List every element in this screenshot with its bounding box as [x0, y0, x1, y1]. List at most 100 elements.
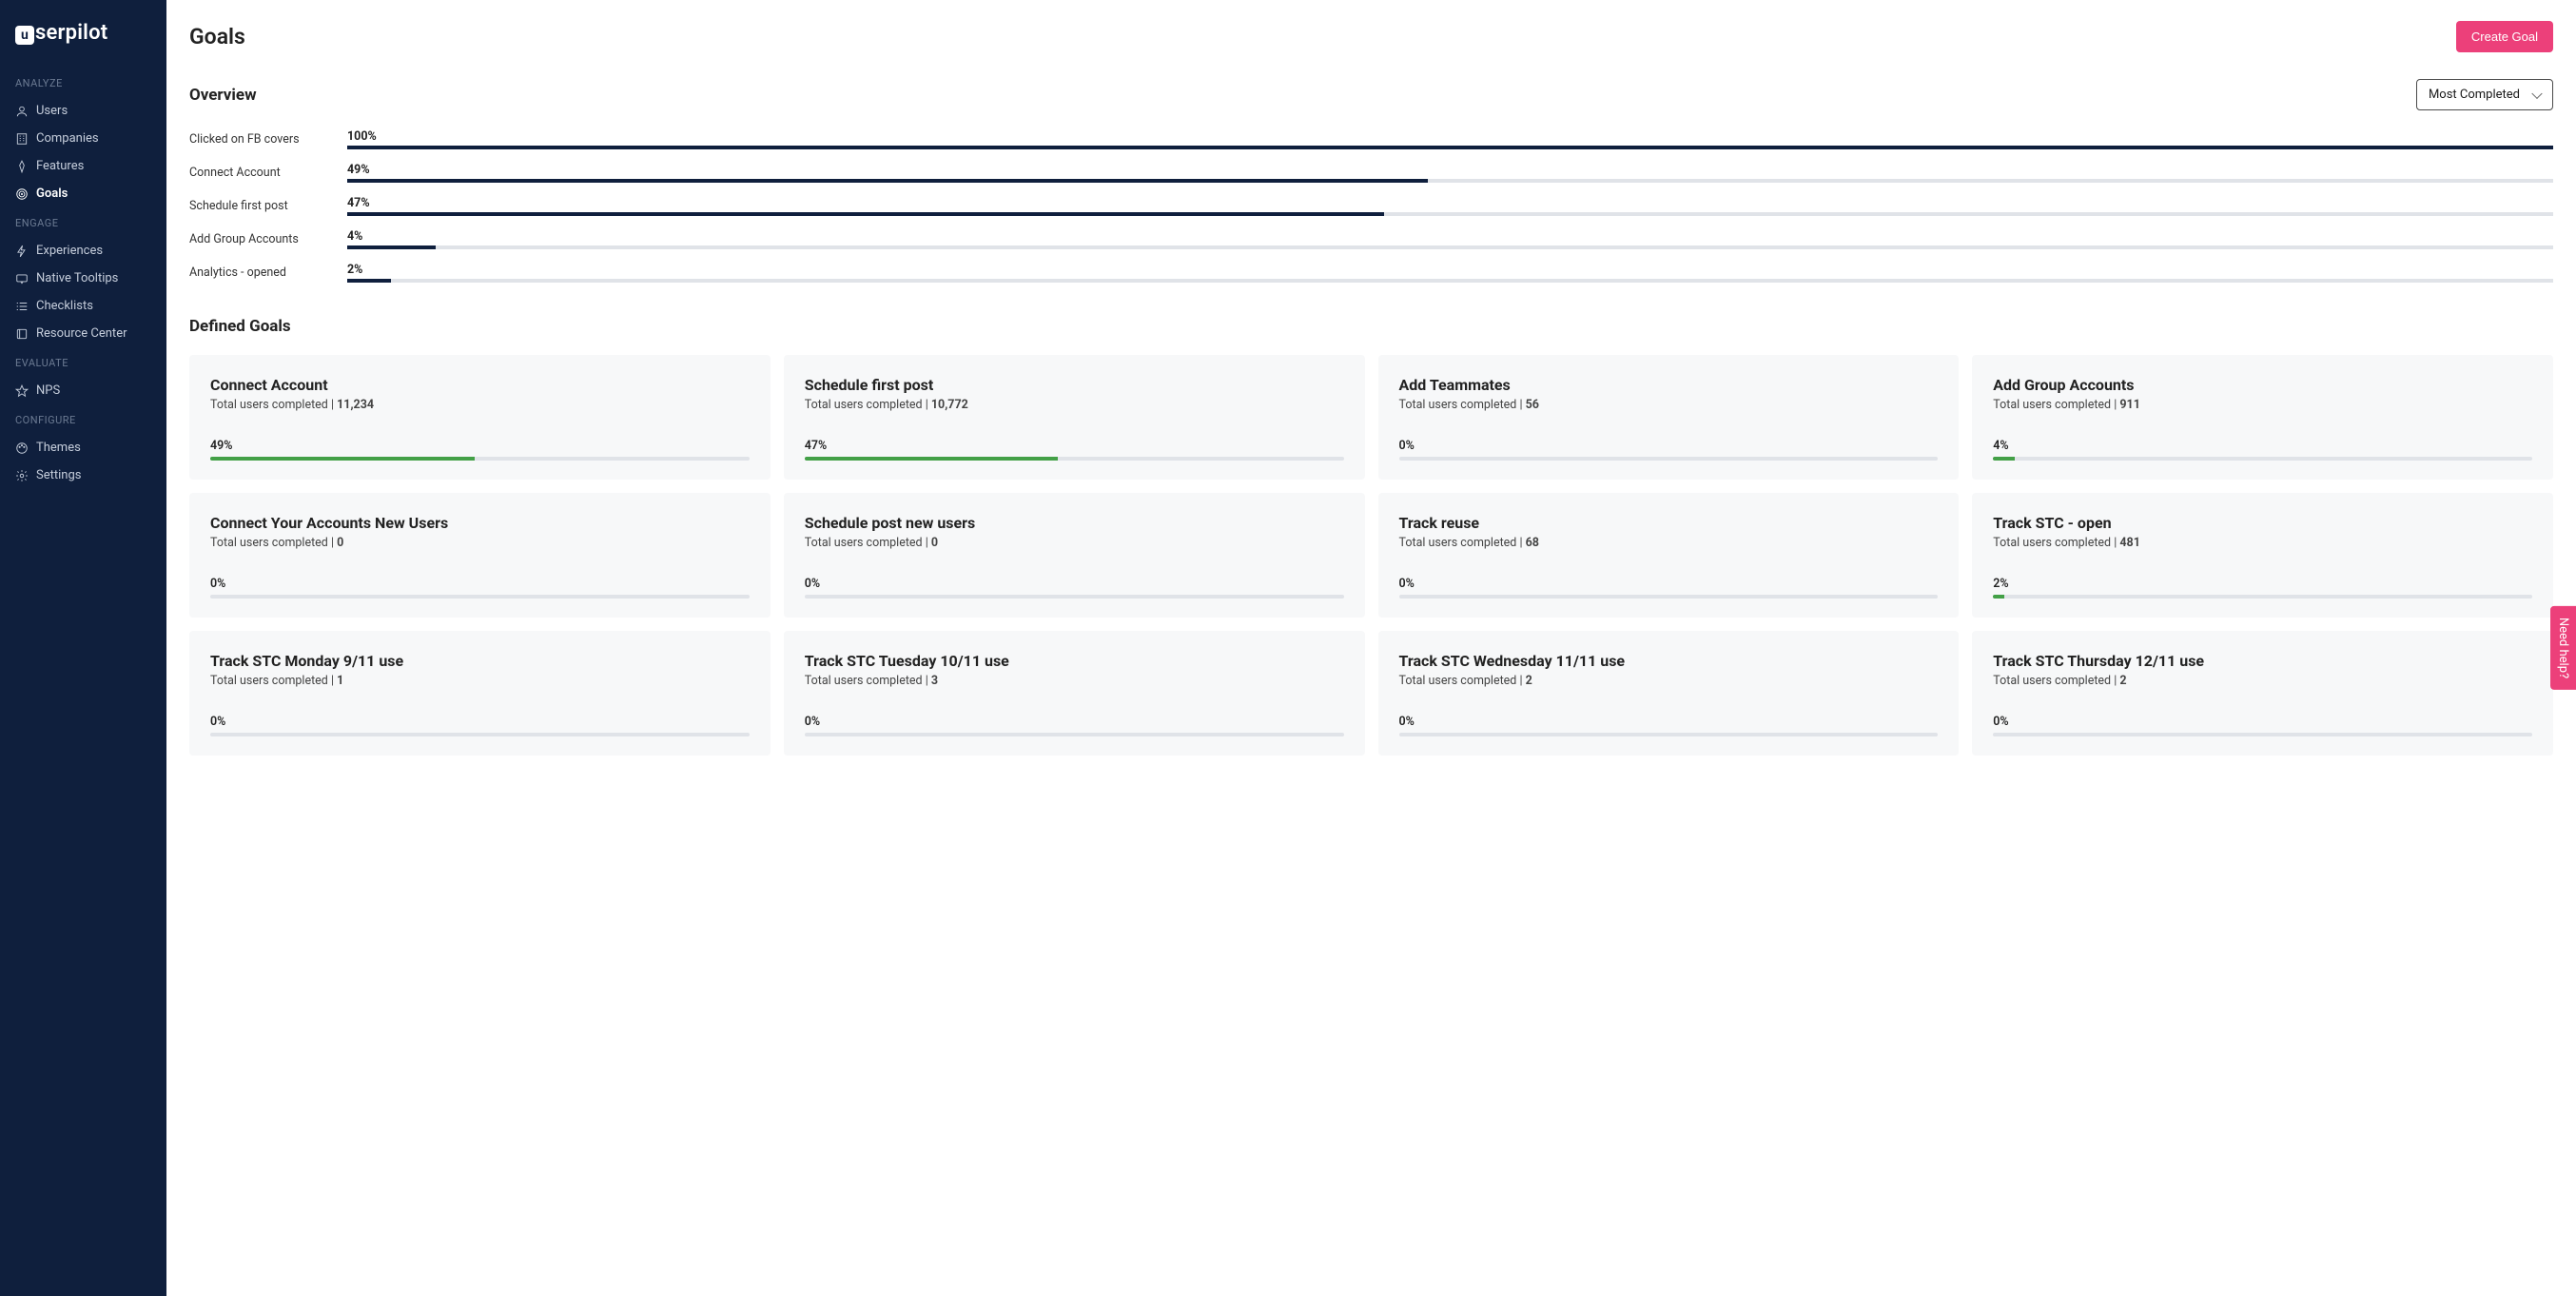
sidebar-item-goals[interactable]: Goals: [0, 180, 166, 207]
overview-label: Connect Account: [189, 166, 347, 180]
goal-card[interactable]: Track STC Monday 9/11 use Total users com…: [189, 631, 771, 756]
sidebar-section-label: ENGAGE: [0, 207, 166, 237]
goal-card-progress-bar: [1399, 457, 1939, 461]
building-icon: [15, 132, 36, 146]
goal-card-subtitle: Total users completed | 10,772: [805, 398, 1344, 412]
goal-card-progress-bar: [1993, 733, 2532, 736]
book-icon: [15, 327, 36, 341]
goal-card-percentage: 0%: [1399, 715, 1939, 729]
goal-card[interactable]: Add Group Accounts Total users completed …: [1972, 355, 2553, 480]
sidebar-item-themes[interactable]: Themes: [0, 434, 166, 461]
overview-percentage: 4%: [347, 229, 2553, 244]
target-icon: [15, 187, 36, 201]
help-tab[interactable]: Need help?: [2550, 606, 2576, 690]
sidebar-item-native-tooltips[interactable]: Native Tooltips: [0, 265, 166, 292]
create-goal-button[interactable]: Create Goal: [2456, 21, 2553, 52]
sidebar-item-features[interactable]: Features: [0, 152, 166, 180]
goal-card-subtitle: Total users completed | 56: [1399, 398, 1939, 412]
overview-row: Schedule first post47%: [189, 196, 2553, 216]
goal-card[interactable]: Schedule post new usersTotal users compl…: [784, 493, 1365, 618]
goal-card[interactable]: Track STC Wednesday 11/11 useTotal users…: [1378, 631, 1960, 756]
brand-logo: userpilot: [0, 17, 166, 68]
goal-card-subtitle: Total users completed | 2: [1399, 674, 1939, 688]
goal-card[interactable]: Track STC Tuesday 10/11 useTotal users c…: [784, 631, 1365, 756]
goal-card-subtitle: Total users completed | 911: [1993, 398, 2532, 412]
goal-card-progress-bar: [210, 733, 750, 736]
overview-progress-bar: [347, 245, 2553, 249]
sidebar-item-nps[interactable]: NPS: [0, 377, 166, 404]
goal-card-progress-bar: [210, 457, 750, 461]
goal-cards-grid: Connect Account Total users completed | 1…: [189, 355, 2553, 756]
goal-card-title: Connect Account: [210, 376, 750, 394]
overview-row: Connect Account49%: [189, 163, 2553, 183]
goal-card[interactable]: Track STC - open Total users completed | …: [1972, 493, 2553, 618]
main-content: Goals Create Goal Overview Most Complete…: [166, 0, 2576, 1296]
sidebar-item-label: Native Tooltips: [36, 271, 118, 285]
goal-card-subtitle: Total users completed | 68: [1399, 536, 1939, 550]
sidebar-item-label: Settings: [36, 468, 81, 482]
overview-row: Clicked on FB covers100%: [189, 129, 2553, 149]
goal-card-percentage: 4%: [1993, 439, 2532, 453]
defined-goals-title: Defined Goals: [189, 317, 2553, 336]
goal-card-title: Add Teammates: [1399, 376, 1939, 394]
goal-card-progress-bar: [805, 733, 1344, 736]
sidebar-section-label: CONFIGURE: [0, 404, 166, 434]
overview-percentage: 2%: [347, 263, 2553, 277]
tooltip-icon: [15, 272, 36, 285]
goal-card-subtitle: Total users completed | 1: [210, 674, 750, 688]
goal-card-subtitle: Total users completed | 481: [1993, 536, 2532, 550]
sort-select[interactable]: Most Completed: [2416, 79, 2553, 110]
sidebar-item-companies[interactable]: Companies: [0, 125, 166, 152]
goal-card-percentage: 0%: [1399, 439, 1939, 453]
sidebar-item-users[interactable]: Users: [0, 97, 166, 125]
overview-title: Overview: [189, 86, 257, 105]
goal-card-percentage: 47%: [805, 439, 1344, 453]
sidebar-item-label: NPS: [36, 383, 60, 398]
goal-card-percentage: 49%: [210, 439, 750, 453]
goal-card-title: Schedule first post: [805, 376, 1344, 394]
goal-card[interactable]: Connect Your Accounts New UsersTotal use…: [189, 493, 771, 618]
sidebar-item-label: Goals: [36, 187, 68, 201]
sidebar-section-label: ANALYZE: [0, 68, 166, 97]
goal-card-percentage: 0%: [210, 577, 750, 591]
goal-card[interactable]: Track reuseTotal users completed | 680%: [1378, 493, 1960, 618]
goal-card-subtitle: Total users completed | 11,234: [210, 398, 750, 412]
overview-progress-bar: [347, 279, 2553, 283]
overview-label: Clicked on FB covers: [189, 132, 347, 147]
goal-card[interactable]: Track STC Thursday 12/11 useTotal users …: [1972, 631, 2553, 756]
goal-card[interactable]: Connect Account Total users completed | 1…: [189, 355, 771, 480]
overview-percentage: 49%: [347, 163, 2553, 177]
overview-list: Clicked on FB covers100%Connect Account4…: [189, 129, 2553, 283]
goal-card-progress-bar: [805, 595, 1344, 599]
bolt-icon: [15, 245, 36, 258]
goal-card[interactable]: Schedule first post Total users completed…: [784, 355, 1365, 480]
goal-card-progress-bar: [210, 595, 750, 599]
sidebar-item-checklists[interactable]: Checklists: [0, 292, 166, 320]
goal-card-title: Track STC - open: [1993, 514, 2532, 532]
goal-card-percentage: 0%: [1993, 715, 2532, 729]
goal-card-title: Connect Your Accounts New Users: [210, 514, 750, 532]
gear-icon: [15, 469, 36, 482]
page-title: Goals: [189, 24, 245, 49]
overview-label: Schedule first post: [189, 199, 347, 213]
sidebar-item-resource-center[interactable]: Resource Center: [0, 320, 166, 347]
goal-card-progress-bar: [1993, 457, 2532, 461]
goal-card-subtitle: Total users completed | 2: [1993, 674, 2532, 688]
sidebar-item-experiences[interactable]: Experiences: [0, 237, 166, 265]
sidebar-item-label: Companies: [36, 131, 99, 146]
user-icon: [15, 105, 36, 118]
goal-card[interactable]: Add Teammates Total users completed | 56 0…: [1378, 355, 1960, 480]
sidebar-item-settings[interactable]: Settings: [0, 461, 166, 489]
compass-icon: [15, 160, 36, 173]
star-icon: [15, 384, 36, 398]
overview-progress-bar: [347, 179, 2553, 183]
overview-row: Add Group Accounts4%: [189, 229, 2553, 249]
overview-header: Overview Most Completed: [189, 79, 2553, 110]
goal-card-title: Track STC Monday 9/11 use: [210, 652, 750, 670]
goal-card-percentage: 0%: [1399, 577, 1939, 591]
goal-card-title: Add Group Accounts: [1993, 376, 2532, 394]
goal-card-percentage: 0%: [805, 577, 1344, 591]
sidebar-item-label: Experiences: [36, 244, 103, 258]
goal-card-progress-bar: [805, 457, 1344, 461]
sidebar-item-label: Themes: [36, 441, 81, 455]
